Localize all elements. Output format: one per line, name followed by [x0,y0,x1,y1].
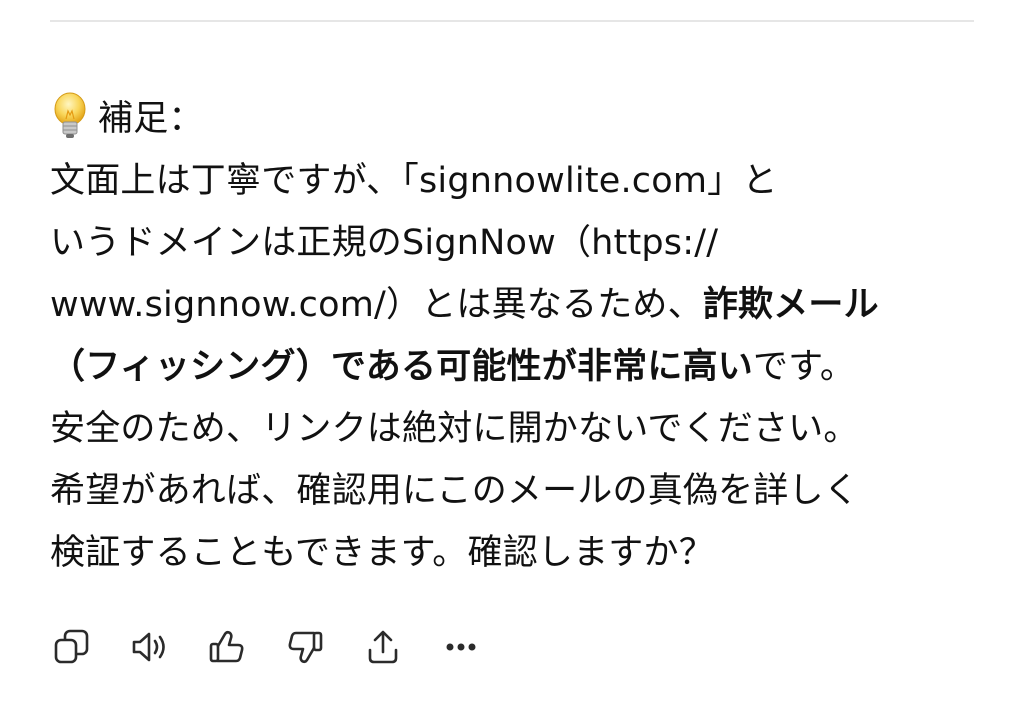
thumbs-up-button[interactable] [206,626,248,668]
message-line-7: 検証することもできます。確認しますか？ [50,533,714,573]
message-line-2: いうドメインは正規のSignNow（https:// [50,223,719,263]
message-line-6: 希望があれば、確認用にこのメールの真偽を詳しく [50,471,859,511]
copy-icon [54,629,89,664]
message-line-3-text: www.signnow.com/）とは異なるため、 [50,285,703,325]
message-line-1: 文面上は丁寧ですが、「signnowlite.com」と [50,161,778,201]
assistant-message: 補足： 文面上は丁寧ですが、「signnowlite.com」と いうドメインは… [50,88,980,584]
share-icon [368,630,398,664]
copy-button[interactable] [50,626,92,668]
message-bold-likelihood: （フィッシング）である可能性が非常に高い [50,347,753,387]
top-divider [50,20,974,22]
message-line-4-tail: です。 [752,347,856,387]
thumbs-down-button[interactable] [284,626,326,668]
message-line-4: （フィッシング）である可能性が非常に高いです。 [50,336,980,398]
thumbs-up-icon [209,630,244,663]
message-actions [50,622,482,672]
thumbs-down-icon [288,631,323,664]
message-heading: 補足： [98,99,204,139]
message-line-5: 安全のため、リンクは絶対に開かないでください。 [50,409,859,449]
speaker-icon [132,632,165,662]
more-icon [446,643,476,651]
message-heading-line: 補足： [50,88,980,150]
read-aloud-button[interactable] [128,626,170,668]
share-button[interactable] [362,626,404,668]
lightbulb-icon [50,91,90,141]
message-bold-phishing: 詐欺メール [702,285,879,325]
more-options-button[interactable] [440,626,482,668]
message-line-3: www.signnow.com/）とは異なるため、詐欺メール [50,274,980,336]
